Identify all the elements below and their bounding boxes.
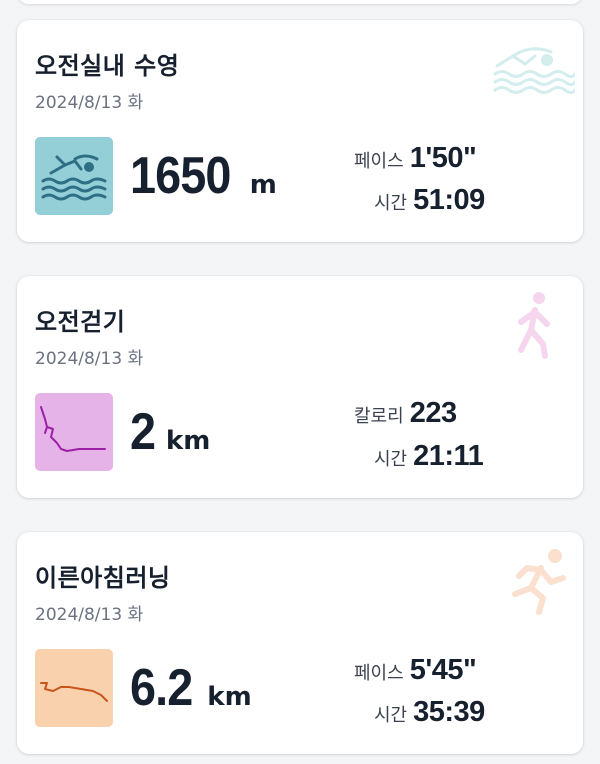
route-thumbnail bbox=[35, 137, 113, 215]
time-stat: 시간 35:39 bbox=[374, 696, 485, 729]
activity-card-swim[interactable]: 오전실내 수영 2024/8/13 화 1650 m 페이스 1'50" 시간 … bbox=[17, 20, 583, 242]
stat-label: 칼로리 bbox=[354, 406, 404, 427]
stat-label: 시간 bbox=[374, 705, 408, 726]
walker-icon bbox=[491, 290, 575, 360]
distance-value: 1650 m bbox=[130, 146, 277, 206]
distance-unit: m bbox=[249, 170, 277, 200]
activity-date: 2024/8/13 화 bbox=[35, 349, 144, 369]
time-stat: 시간 21:11 bbox=[374, 440, 484, 473]
stat-label: 시간 bbox=[374, 449, 408, 470]
stat-value: 223 bbox=[409, 397, 457, 429]
activity-card-run[interactable]: 이른아침러닝 2024/8/13 화 6.2 km 페이스 5'45" 시간 3… bbox=[17, 532, 583, 754]
calorie-stat: 칼로리 223 bbox=[354, 397, 457, 430]
distance-unit: km bbox=[207, 682, 252, 712]
stat-label: 페이스 bbox=[354, 151, 404, 172]
route-thumbnail bbox=[35, 649, 113, 727]
pace-stat: 페이스 1'50" bbox=[354, 142, 477, 175]
activity-title: 이른아침러닝 bbox=[35, 564, 171, 592]
stat-value: 35:39 bbox=[413, 696, 485, 728]
distance-number: 6.2 bbox=[130, 659, 193, 717]
stat-value: 21:11 bbox=[413, 440, 484, 472]
activity-title: 오전실내 수영 bbox=[35, 52, 180, 80]
activity-card-walk[interactable]: 오전걷기 2024/8/13 화 2 km 칼로리 223 시간 21:11 bbox=[17, 276, 583, 498]
runner-icon bbox=[491, 546, 575, 616]
stat-value: 5'45" bbox=[409, 654, 477, 686]
stat-label: 시간 bbox=[374, 193, 408, 214]
stat-value: 51:09 bbox=[413, 184, 485, 216]
route-thumbnail bbox=[35, 393, 113, 471]
stat-label: 페이스 bbox=[354, 663, 404, 684]
distance-value: 6.2 km bbox=[130, 658, 252, 718]
distance-unit: km bbox=[165, 426, 211, 456]
distance-number: 1650 bbox=[130, 147, 231, 205]
time-stat: 시간 51:09 bbox=[374, 184, 485, 217]
swimmer-icon bbox=[491, 34, 577, 104]
activity-title: 오전걷기 bbox=[35, 308, 126, 336]
distance-value: 2 km bbox=[130, 402, 210, 462]
activity-date: 2024/8/13 화 bbox=[35, 605, 144, 625]
distance-number: 2 bbox=[130, 403, 156, 461]
activity-date: 2024/8/13 화 bbox=[35, 93, 144, 113]
activity-feed: 오전실내 수영 2024/8/13 화 1650 m 페이스 1'50" 시간 … bbox=[0, 0, 600, 764]
pace-stat: 페이스 5'45" bbox=[354, 654, 477, 687]
stat-value: 1'50" bbox=[409, 142, 477, 174]
previous-card-edge[interactable] bbox=[17, 0, 583, 4]
